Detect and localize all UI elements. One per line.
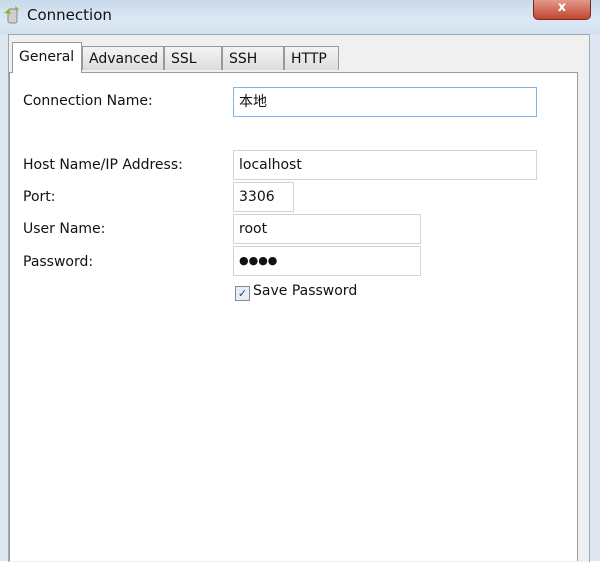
connection-name-label: Connection Name: xyxy=(23,93,153,109)
port-input[interactable]: 3306 xyxy=(233,182,294,212)
password-input[interactable]: ●●●● xyxy=(233,246,421,276)
general-panel xyxy=(9,72,578,561)
window-title: Connection xyxy=(27,6,112,24)
tab-general[interactable]: General xyxy=(12,42,82,73)
title-bar: Connection x xyxy=(0,0,600,34)
tab-ssh[interactable]: SSH xyxy=(222,46,284,70)
tab-advanced[interactable]: Advanced xyxy=(82,46,164,70)
connection-app-icon xyxy=(4,6,19,24)
save-password-label[interactable]: Save Password xyxy=(253,283,357,299)
password-label: Password: xyxy=(23,254,94,270)
tab-ssl[interactable]: SSL xyxy=(164,46,222,70)
close-button[interactable]: x xyxy=(533,0,591,20)
host-input[interactable]: localhost xyxy=(233,150,537,180)
user-name-input[interactable]: root xyxy=(233,214,421,244)
host-label: Host Name/IP Address: xyxy=(23,157,183,173)
connection-name-input[interactable]: 本地 xyxy=(233,87,537,117)
port-label: Port: xyxy=(23,189,56,205)
tab-http[interactable]: HTTP xyxy=(284,46,339,70)
save-password-checkbox[interactable]: ✓ xyxy=(235,286,250,301)
user-name-label: User Name: xyxy=(23,221,106,237)
